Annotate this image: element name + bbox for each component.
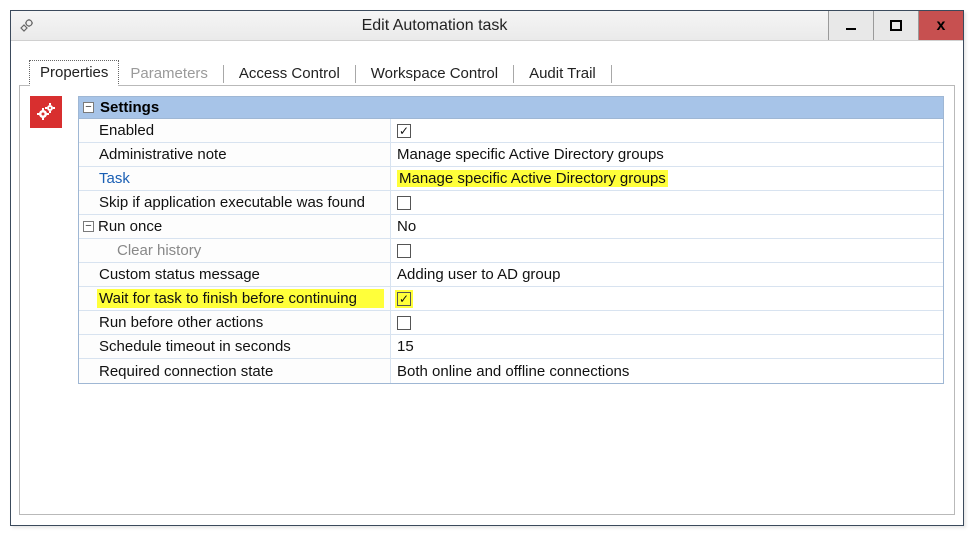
property-grid: − Settings Enabled ✓ Administrative note… <box>78 96 944 384</box>
minimize-button[interactable] <box>828 11 873 40</box>
label-skip: Skip if application executable was found <box>79 191 391 214</box>
row-skip[interactable]: Skip if application executable was found <box>79 191 943 215</box>
label-run-before: Run before other actions <box>79 311 391 334</box>
tab-properties[interactable]: Properties <box>29 60 119 86</box>
row-enabled[interactable]: Enabled ✓ <box>79 119 943 143</box>
collapse-icon[interactable]: − <box>83 221 94 232</box>
app-icon <box>11 18 41 34</box>
collapse-icon[interactable]: − <box>83 102 94 113</box>
row-run-once[interactable]: − Run once No <box>79 215 943 239</box>
tab-access-control[interactable]: Access Control <box>228 61 351 86</box>
row-admin-note[interactable]: Administrative note Manage specific Acti… <box>79 143 943 167</box>
highlight-task-value: Manage specific Active Directory groups <box>397 170 668 187</box>
highlight-wait-label: Wait for task to finish before continuin… <box>97 289 384 308</box>
row-connection[interactable]: Required connection state Both online an… <box>79 359 943 383</box>
label-task[interactable]: Task <box>79 167 391 190</box>
value-skip[interactable] <box>391 191 943 214</box>
gears-icon <box>30 96 62 128</box>
value-connection[interactable]: Both online and offline connections <box>391 359 943 383</box>
value-task[interactable]: Manage specific Active Directory groups <box>391 167 943 190</box>
window-title: Edit Automation task <box>41 17 828 35</box>
label-enabled: Enabled <box>79 119 391 142</box>
section-label: Settings <box>100 99 159 116</box>
label-status-message: Custom status message <box>79 263 391 286</box>
checkbox-clear-history[interactable] <box>397 244 411 258</box>
titlebar: Edit Automation task x <box>11 11 963 41</box>
value-run-before[interactable] <box>391 311 943 334</box>
row-wait[interactable]: Wait for task to finish before continuin… <box>79 287 943 311</box>
value-enabled[interactable]: ✓ <box>391 119 943 142</box>
window: Edit Automation task x Properties Parame… <box>10 10 964 526</box>
tab-workspace-control[interactable]: Workspace Control <box>360 61 509 86</box>
tab-parameters[interactable]: Parameters <box>119 61 219 86</box>
row-task[interactable]: Task Manage specific Active Directory gr… <box>79 167 943 191</box>
label-connection: Required connection state <box>79 359 391 383</box>
label-timeout: Schedule timeout in seconds <box>79 335 391 358</box>
tab-separator <box>355 65 356 83</box>
checkbox-wait[interactable]: ✓ <box>397 292 411 306</box>
checkbox-run-before[interactable] <box>397 316 411 330</box>
maximize-button[interactable] <box>873 11 918 40</box>
tab-bar: Properties Parameters Access Control Wor… <box>29 59 955 85</box>
tab-audit-trail[interactable]: Audit Trail <box>518 61 607 86</box>
row-status-message[interactable]: Custom status message Adding user to AD … <box>79 263 943 287</box>
section-settings[interactable]: − Settings <box>79 97 943 119</box>
label-run-once: − Run once <box>79 215 391 238</box>
checkbox-enabled[interactable]: ✓ <box>397 124 411 138</box>
value-wait[interactable]: ✓ <box>391 287 943 310</box>
close-button[interactable]: x <box>918 11 963 40</box>
row-run-before[interactable]: Run before other actions <box>79 311 943 335</box>
value-clear-history[interactable] <box>391 239 943 262</box>
label-wait: Wait for task to finish before continuin… <box>79 287 391 310</box>
row-timeout[interactable]: Schedule timeout in seconds 15 <box>79 335 943 359</box>
value-status-message[interactable]: Adding user to AD group <box>391 263 943 286</box>
row-clear-history[interactable]: Clear history <box>79 239 943 263</box>
label-admin-note: Administrative note <box>79 143 391 166</box>
value-run-once[interactable]: No <box>391 215 943 238</box>
value-timeout[interactable]: 15 <box>391 335 943 358</box>
label-clear-history: Clear history <box>79 239 391 262</box>
tab-separator <box>223 65 224 83</box>
tab-separator <box>611 65 612 83</box>
window-controls: x <box>828 11 963 40</box>
checkbox-skip[interactable] <box>397 196 411 210</box>
value-admin-note[interactable]: Manage specific Active Directory groups <box>391 143 943 166</box>
tab-separator <box>513 65 514 83</box>
tab-content: − Settings Enabled ✓ Administrative note… <box>19 85 955 515</box>
client-area: Properties Parameters Access Control Wor… <box>11 41 963 525</box>
